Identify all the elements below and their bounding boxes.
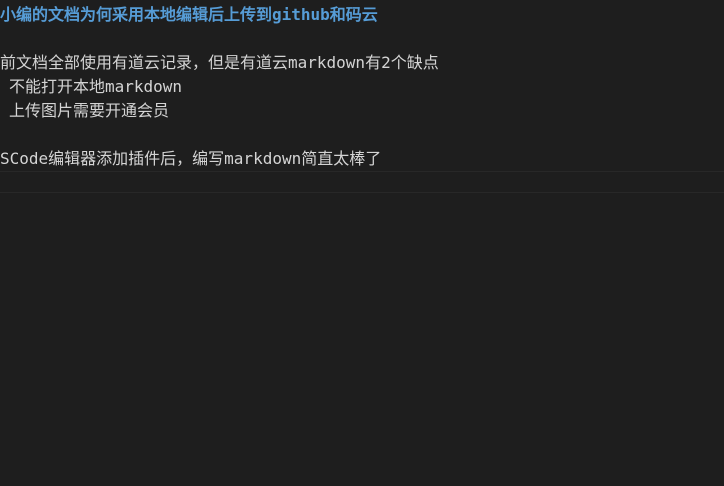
text-line-intro[interactable]: 前文档全部使用有道云记录，但是有道云markdown有2个缺点 (0, 51, 439, 75)
text-line-vscode[interactable]: SCode编辑器添加插件后，编写markdown简直太棒了 (0, 147, 381, 171)
heading-line[interactable]: 小编的文档为何采用本地编辑后上传到github和码云 (0, 3, 378, 27)
markdown-editor[interactable]: 小编的文档为何采用本地编辑后上传到github和码云 前文档全部使用有道云记录，… (0, 0, 724, 486)
list-item-line[interactable]: 不能打开本地markdown (9, 75, 182, 99)
cursor-line-highlight[interactable] (0, 171, 724, 193)
list-item-line[interactable]: 上传图片需要开通会员 (9, 99, 169, 123)
